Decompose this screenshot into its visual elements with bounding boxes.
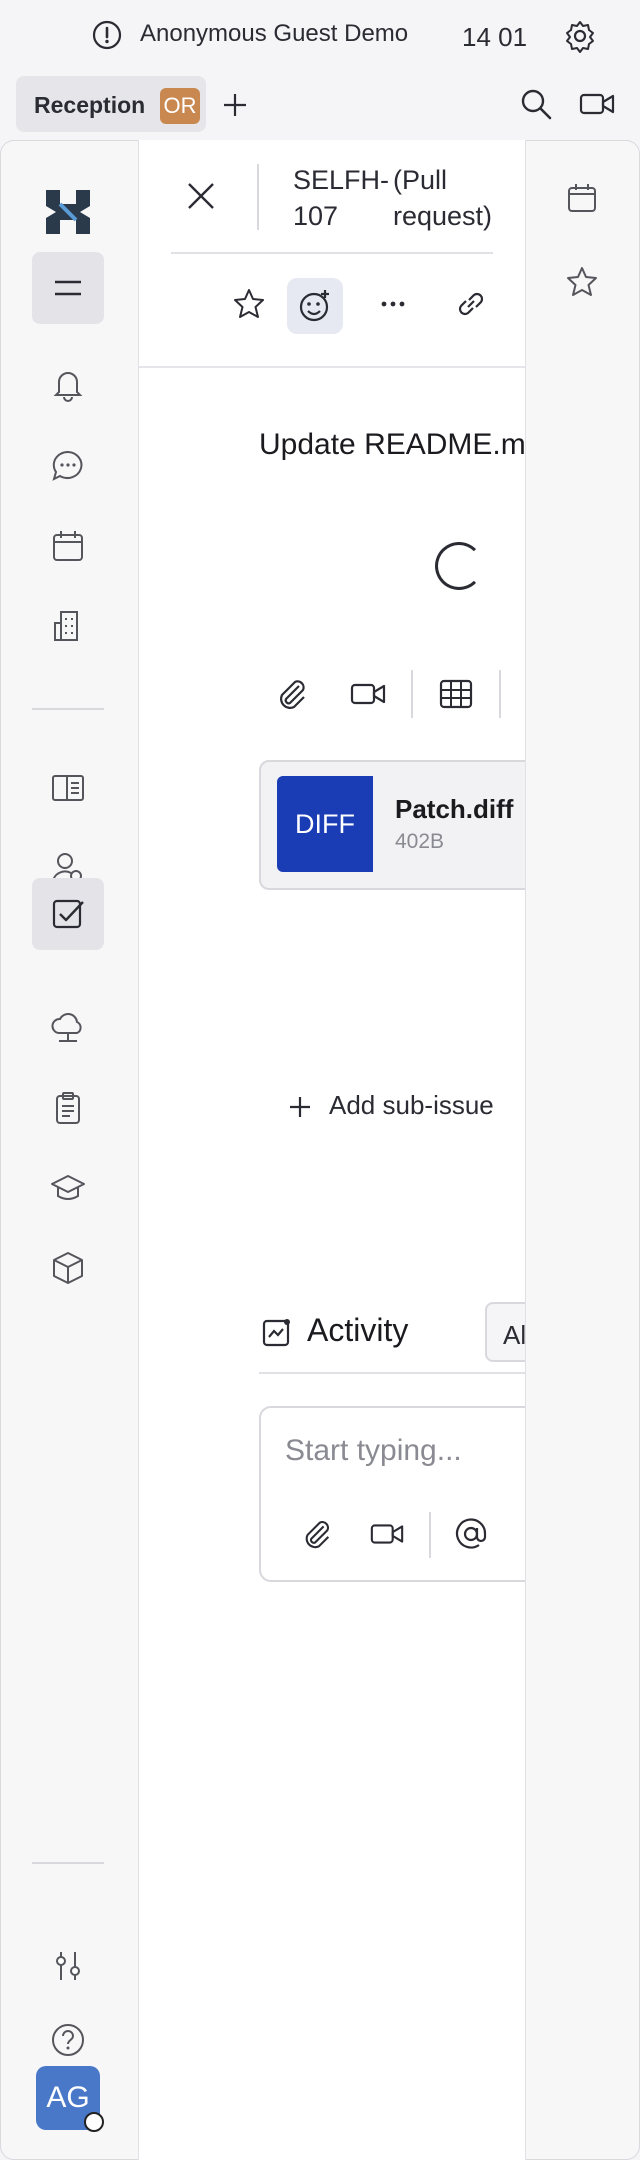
composer-placeholder[interactable]: Start typing...	[285, 1434, 462, 1468]
table-icon[interactable]	[437, 676, 475, 712]
gear-icon[interactable]	[562, 18, 598, 54]
paperclip-icon[interactable]	[299, 1516, 335, 1552]
status-dot	[84, 2112, 104, 2132]
calendar-icon[interactable]	[564, 180, 600, 216]
toolbar-divider	[499, 670, 501, 718]
composer-divider	[429, 1512, 431, 1558]
loading-spinner	[435, 542, 483, 590]
activity-title: Activity	[307, 1312, 409, 1348]
issue-kind: (Pull request)	[393, 165, 493, 231]
bell-icon[interactable]	[32, 348, 104, 420]
sidebar-divider	[32, 1862, 104, 1864]
office-building-icon[interactable]	[32, 590, 104, 662]
header-divider	[257, 164, 259, 230]
file-type-badge: DIFF	[277, 776, 373, 872]
plus-icon[interactable]	[287, 1094, 313, 1120]
video-icon[interactable]	[578, 86, 616, 122]
document-panel-icon[interactable]	[32, 752, 104, 824]
comment-composer[interactable]: Start typing...	[259, 1406, 525, 1582]
sidebar: AG	[0, 140, 138, 2160]
chat-icon[interactable]	[32, 430, 104, 502]
star-icon[interactable]	[564, 264, 600, 300]
video-icon[interactable]	[349, 676, 387, 712]
settings-sliders-icon[interactable]	[32, 1930, 104, 2002]
more-icon[interactable]	[375, 286, 411, 322]
activity-icon	[262, 1319, 290, 1347]
issue-id[interactable]: SELFH-107	[293, 162, 389, 234]
mention-icon[interactable]	[453, 1516, 489, 1552]
tab-label: Reception	[34, 92, 146, 118]
top-bar: Anonymous Guest Demo 14 01	[0, 0, 640, 72]
close-icon[interactable]	[183, 178, 219, 214]
sidebar-divider	[32, 708, 104, 710]
clipboard-icon[interactable]	[32, 1072, 104, 1144]
toolbar-divider	[411, 670, 413, 718]
guest-label[interactable]: Anonymous Guest Demo	[140, 20, 408, 48]
avatar[interactable]: AG	[36, 2066, 104, 2132]
cloud-drive-icon[interactable]	[32, 992, 104, 1064]
activity-filter-select[interactable]: All	[485, 1302, 525, 1362]
clock: 14 01	[462, 22, 528, 52]
tab-bar: Reception OR	[0, 72, 640, 138]
education-cap-icon[interactable]	[32, 1152, 104, 1224]
avatar-initials: AG	[46, 2081, 90, 2114]
tab-reception[interactable]: Reception OR	[16, 76, 206, 132]
tab-badge: OR	[160, 88, 200, 124]
header-divider	[171, 252, 493, 254]
issue-title[interactable]: Update README.md	[259, 428, 525, 462]
right-rail	[526, 140, 640, 2160]
app-logo-icon[interactable]	[42, 186, 94, 238]
attachment-card[interactable]: DIFF Patch.diff 402B	[259, 760, 525, 890]
add-subissue-button[interactable]: Add sub-issue	[329, 1090, 494, 1121]
emoji-add-icon	[299, 290, 329, 322]
paperclip-icon[interactable]	[273, 676, 311, 712]
video-icon[interactable]	[369, 1516, 405, 1552]
tracker-checkbox-icon[interactable]	[32, 878, 104, 950]
plus-icon[interactable]	[218, 88, 252, 122]
issue-panel: SELFH-107 (Pull request) Update README.m…	[138, 140, 526, 2160]
emoji-reaction-button[interactable]	[287, 278, 343, 334]
menu-icon[interactable]	[32, 252, 104, 324]
file-size: 402B	[395, 830, 445, 853]
activity-divider	[259, 1372, 525, 1374]
calendar-icon[interactable]	[32, 510, 104, 582]
search-icon[interactable]	[518, 86, 554, 122]
alert-circle-icon[interactable]	[92, 20, 122, 50]
link-icon[interactable]	[451, 286, 491, 322]
file-name[interactable]: Patch.diff	[395, 794, 513, 825]
box-package-icon[interactable]	[32, 1232, 104, 1304]
toolbar-divider	[139, 366, 525, 368]
star-icon[interactable]	[231, 286, 267, 322]
